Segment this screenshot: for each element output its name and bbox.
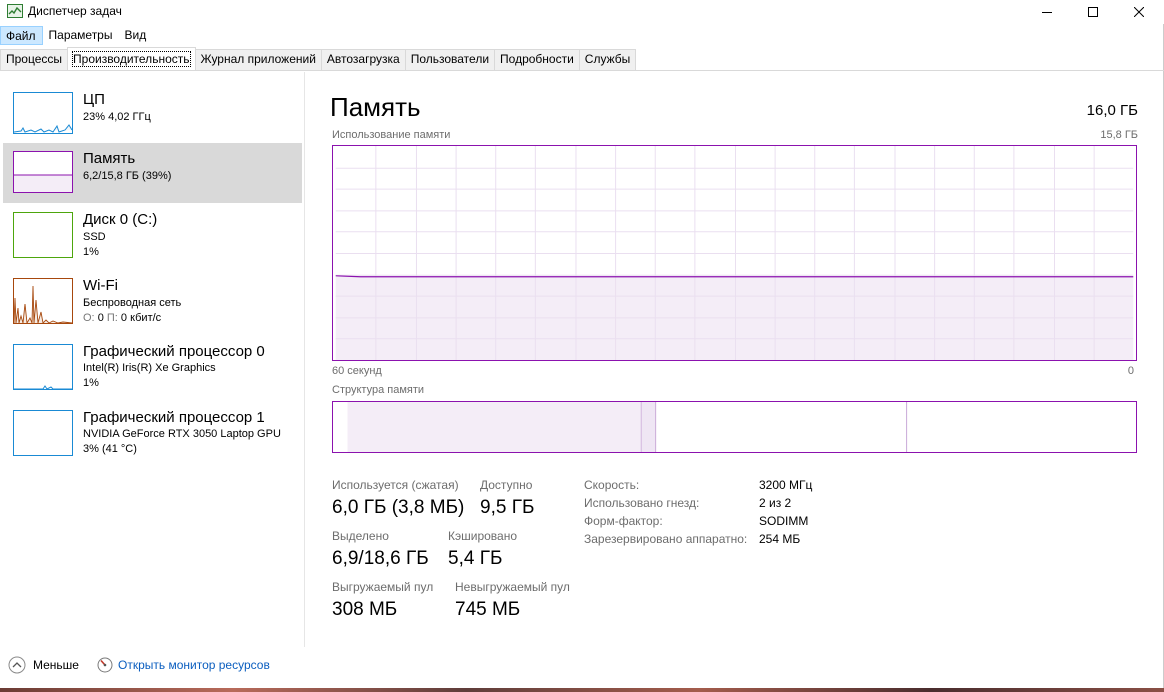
tab-label: Производительность (72, 51, 191, 67)
open-resource-monitor-link[interactable]: Открыть монитор ресурсов (118, 658, 270, 672)
title-bar[interactable]: Диспетчер задач (0, 0, 1164, 24)
sidebar-item-detail: NVIDIA GeForce RTX 3050 Laptop GPU (83, 428, 281, 440)
usage-graph-label: Использование памяти (332, 129, 451, 141)
receive-value: 0 кбит/с (120, 312, 162, 324)
sidebar-item-detail: 1% (83, 246, 99, 258)
minimize-icon (1042, 12, 1052, 13)
footer: Меньше Открыть монитор ресурсов (0, 648, 1164, 684)
window-title: Диспетчер задач (28, 4, 122, 18)
in-use-value: 6,0 ГБ (3,8 МБ) (332, 497, 465, 518)
tab-label: Подробности (500, 52, 574, 66)
tab-services[interactable]: Службы (578, 49, 637, 70)
time-axis-zero: 0 (1127, 365, 1134, 377)
maximize-button[interactable] (1070, 0, 1116, 24)
receive-label: П: (106, 312, 118, 324)
paged-pool-label: Выгружаемый пул (332, 580, 434, 594)
tab-label: Журнал приложений (200, 52, 316, 66)
resource-monitor-icon (97, 657, 113, 673)
cpu-thumbnail-graph (13, 92, 73, 134)
menu-view[interactable]: Вид (119, 26, 152, 45)
sidebar-item-detail: SSD (83, 231, 106, 243)
sidebar-item-detail: 1% (83, 377, 99, 389)
hardware-reserved-value: 254 МБ (759, 532, 801, 546)
task-manager-window: Диспетчер задач Файл Параметры Вид Проце… (0, 0, 1164, 692)
sidebar-item-detail: Intel(R) Iris(R) Xe Graphics (83, 362, 216, 374)
wifi-thumbnail-graph (13, 278, 73, 324)
memory-usage-graph (332, 145, 1137, 361)
close-button[interactable] (1116, 0, 1162, 24)
sidebar-item-cpu[interactable]: ЦП 23% 4,02 ГГц (3, 84, 302, 144)
sidebar-item-title: Диск 0 (C:) (83, 211, 158, 228)
modified-segment (641, 402, 656, 452)
slots-label: Использовано гнезд: (584, 496, 700, 510)
speed-label: Скорость: (584, 478, 640, 492)
sidebar-item-title: Память (83, 150, 136, 167)
tab-users[interactable]: Пользователи (404, 49, 496, 70)
non-paged-pool-label: Невыгружаемый пул (455, 580, 570, 594)
sidebar-item-title: Графический процессор 1 (83, 409, 265, 426)
structure-label: Структура памяти (332, 384, 425, 396)
usage-graph-max: 15,8 ГБ (1100, 129, 1138, 141)
form-factor-label: Форм-фактор: (584, 514, 663, 528)
available-value: 9,5 ГБ (480, 497, 535, 518)
minimize-button[interactable] (1024, 0, 1070, 24)
tab-performance[interactable]: Производительность (67, 47, 196, 70)
memory-thumbnail-graph (13, 151, 73, 193)
menu-bar: Файл Параметры Вид (0, 25, 1164, 45)
chevron-up-icon[interactable] (8, 656, 26, 674)
tab-startup[interactable]: Автозагрузка (320, 49, 406, 70)
sidebar-item-gpu0[interactable]: Графический процессор 0 Intel(R) Iris(R)… (3, 336, 302, 396)
task-manager-app-icon (7, 4, 23, 18)
menu-file[interactable]: Файл (0, 25, 43, 45)
available-label: Доступно (480, 478, 533, 492)
page-title: Память (330, 92, 421, 122)
committed-label: Выделено (332, 529, 389, 543)
memory-composition-bar (332, 401, 1137, 453)
in-use-label: Используется (сжатая) (332, 478, 459, 492)
gpu0-thumbnail-graph (13, 344, 73, 390)
gpu1-thumbnail-graph (13, 410, 73, 456)
sidebar-item-title: Wi-Fi (83, 277, 118, 294)
tab-app-history[interactable]: Журнал приложений (194, 49, 322, 70)
time-axis-label: 60 секунд (332, 365, 382, 377)
disk-thumbnail-graph (13, 212, 73, 258)
sidebar-item-title: Графический процессор 0 (83, 343, 265, 360)
total-memory: 16,0 ГБ (1086, 102, 1138, 119)
resource-sidebar: ЦП 23% 4,02 ГГц Память 6,2/15,8 ГБ (39%)… (0, 72, 305, 647)
speed-value: 3200 МГц (759, 478, 813, 492)
in-use-segment (347, 402, 641, 452)
cached-label: Кэшировано (448, 529, 518, 543)
sidebar-item-memory[interactable]: Память 6,2/15,8 ГБ (39%) (3, 143, 302, 203)
sidebar-item-detail: 6,2/15,8 ГБ (39%) (83, 170, 172, 182)
wifi-throughput: О: 0 П: 0 кбит/с (83, 312, 161, 324)
sidebar-item-disk[interactable]: Диск 0 (C:) SSD 1% (3, 204, 302, 264)
committed-value: 6,9/18,6 ГБ (332, 548, 429, 569)
sidebar-item-title: ЦП (83, 91, 105, 108)
paged-pool-value: 308 МБ (332, 599, 398, 620)
desktop-wallpaper-strip (0, 688, 1164, 692)
slots-value: 2 из 2 (759, 496, 792, 510)
tab-label: Процессы (6, 52, 63, 66)
hardware-reserved-label: Зарезервировано аппаратно: (584, 532, 748, 546)
sidebar-item-detail: 23% 4,02 ГГц (83, 111, 151, 123)
send-label: О: (83, 312, 95, 324)
fewer-details-button[interactable]: Меньше (33, 658, 79, 672)
close-icon (1134, 7, 1144, 17)
send-value: 0 (97, 312, 104, 324)
sidebar-item-detail: 3% (41 °C) (83, 443, 137, 455)
maximize-icon (1088, 7, 1098, 17)
tab-label: Службы (584, 52, 631, 66)
non-paged-pool-value: 745 МБ (455, 599, 521, 620)
tab-strip: Процессы Производительность Журнал прило… (0, 47, 1164, 71)
sidebar-item-wifi[interactable]: Wi-Fi Беспроводная сеть О: 0 П: 0 кбит/с (3, 270, 302, 330)
tab-label: Автозагрузка (326, 52, 400, 66)
tab-label: Пользователи (410, 52, 490, 66)
menu-options[interactable]: Параметры (44, 26, 119, 45)
sidebar-item-gpu1[interactable]: Графический процессор 1 NVIDIA GeForce R… (3, 402, 302, 462)
form-factor-value: SODIMM (759, 514, 809, 528)
sidebar-item-detail: Беспроводная сеть (83, 297, 182, 309)
tab-processes[interactable]: Процессы (0, 49, 69, 70)
tab-details[interactable]: Подробности (494, 49, 580, 70)
cached-value: 5,4 ГБ (448, 548, 503, 569)
